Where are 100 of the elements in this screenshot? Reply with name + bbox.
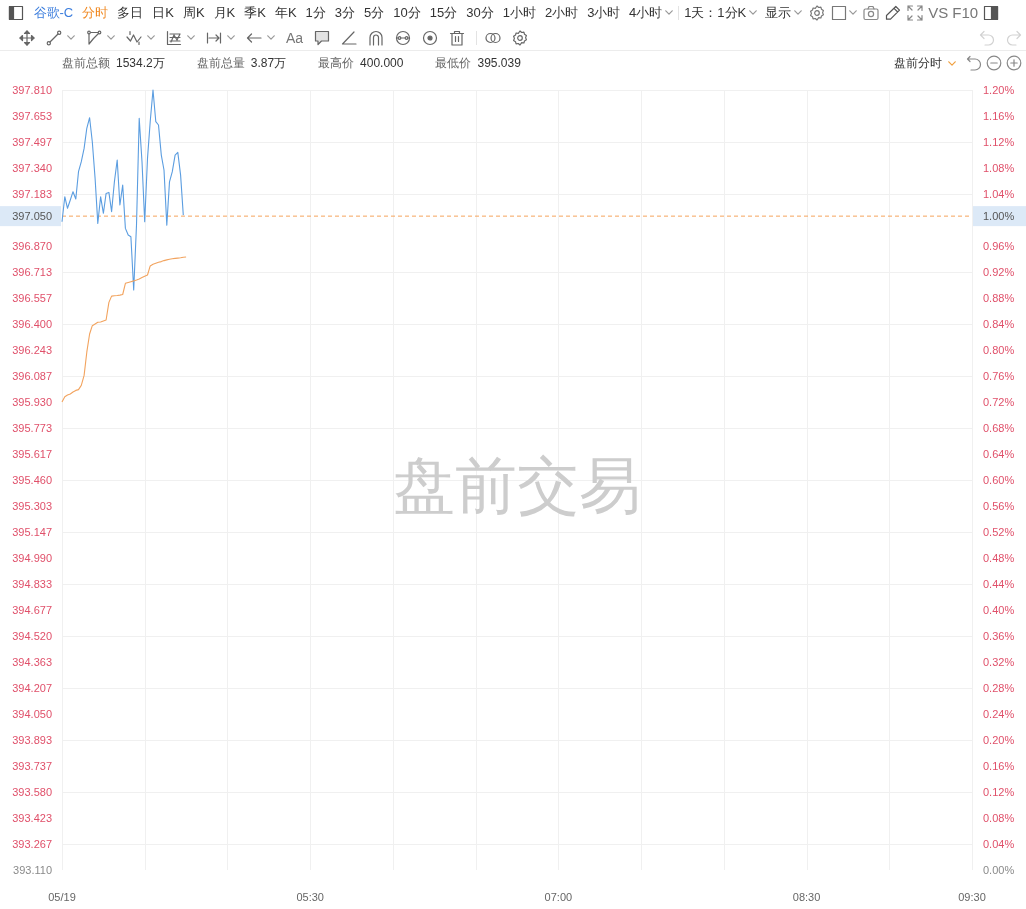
period-tab[interactable]: 3小时 — [582, 2, 625, 23]
vs-button[interactable]: VS — [926, 4, 951, 21]
percent-axis-label: 0.88% — [983, 291, 1015, 304]
percent-axis-label: 1.04% — [983, 188, 1015, 201]
period-tab[interactable]: 季K — [239, 2, 271, 23]
period-tab[interactable]: 周K — [178, 2, 210, 23]
percent-axis-label: 1.08% — [983, 162, 1015, 174]
zigzag-icon[interactable] — [126, 29, 142, 46]
period-tab[interactable]: 1小时 — [498, 2, 541, 23]
stat-label: 盘前总量 — [196, 54, 245, 72]
price-axis-label: 393.267 — [12, 837, 52, 850]
caret-icon[interactable] — [107, 35, 115, 40]
trash-icon[interactable] — [449, 29, 466, 46]
price-axis-label: 396.713 — [12, 266, 52, 279]
price-axis-label: 395.930 — [12, 396, 52, 408]
price-axis-label: 397.653 — [12, 110, 52, 123]
caret-icon[interactable] — [267, 35, 275, 40]
percent-axis-label: 0.80% — [983, 344, 1015, 357]
period-tab[interactable]: 年K — [270, 2, 302, 23]
measure-arrow-icon[interactable] — [206, 29, 222, 46]
percent-axis-label: 0.44% — [983, 578, 1015, 591]
percent-axis-label: 1.16% — [983, 110, 1015, 123]
price-axis-label: 396.400 — [12, 318, 52, 330]
caret-icon[interactable] — [187, 35, 195, 40]
price-axis-label: 394.677 — [12, 603, 52, 616]
percent-axis-label: 0.56% — [983, 500, 1015, 513]
period-tab[interactable]: 10分 — [388, 2, 426, 23]
period-menu[interactable]: 4小时 — [624, 2, 678, 23]
price-axis-label: 395.303 — [12, 500, 52, 513]
zoom-out-icon[interactable] — [986, 55, 1002, 71]
percent-axis-label: 0.32% — [983, 656, 1015, 669]
percent-axis-label: 0.72% — [983, 396, 1015, 408]
price-axis-label: 393.110 — [13, 864, 52, 876]
stat-value: 1534.2万 — [116, 54, 165, 72]
percent-axis-label: 0.04% — [983, 837, 1015, 850]
percent-axis-label: 0.36% — [983, 630, 1015, 642]
zoom-in-icon[interactable] — [1006, 55, 1022, 71]
percent-axis-label: 0.16% — [983, 759, 1015, 772]
settings-icon[interactable] — [512, 29, 529, 46]
period-tab[interactable]: 1分 — [301, 2, 331, 23]
price-axis-label: 397.497 — [12, 135, 52, 148]
period-tab[interactable]: 3分 — [330, 2, 360, 23]
dot-circle-icon[interactable] — [422, 29, 439, 46]
price-axis-label: 397.810 — [12, 84, 52, 96]
time-axis-label: 05/19 — [48, 891, 76, 903]
line-segment-icon[interactable] — [46, 29, 62, 46]
settings-icon[interactable] — [809, 4, 826, 21]
percent-axis-label: 0.24% — [983, 708, 1015, 720]
ref-line-label: 397.050 — [12, 210, 52, 223]
square-icon[interactable] — [831, 4, 848, 21]
price-axis-label: 395.773 — [12, 422, 52, 435]
percent-axis-label: 0.60% — [983, 474, 1015, 486]
chart-grid-icon[interactable] — [166, 29, 182, 46]
period-tab[interactable]: 月K — [209, 2, 240, 23]
price-axis-label: 395.617 — [12, 447, 52, 460]
panel-icon[interactable] — [983, 4, 1000, 21]
time-axis-label: 07:00 — [544, 891, 573, 903]
polyline-icon[interactable] — [86, 29, 102, 46]
text-tool-button[interactable]: Aa — [286, 29, 304, 46]
arch-icon[interactable] — [368, 29, 385, 46]
period-tab[interactable]: 5分 — [359, 2, 389, 23]
caret-icon[interactable] — [67, 35, 75, 40]
angle-icon[interactable] — [341, 29, 358, 46]
percent-axis-label: 0.08% — [983, 812, 1015, 825]
caret-icon — [794, 10, 803, 15]
display-menu[interactable]: 显示 — [761, 2, 807, 23]
period-tab[interactable]: 15分 — [425, 2, 462, 23]
price-axis-label: 394.363 — [12, 656, 52, 669]
price-axis-label: 396.243 — [12, 344, 52, 357]
period-tab[interactable]: 2小时 — [540, 2, 583, 23]
reset-icon[interactable] — [966, 55, 982, 71]
time-axis-label: 08:30 — [792, 891, 821, 903]
time-axis-label: 05:30 — [296, 891, 324, 903]
chart-mode-menu[interactable]: 盘前分时 — [894, 54, 956, 72]
caret-icon[interactable] — [849, 10, 858, 15]
comment-icon[interactable] — [314, 29, 331, 46]
price-axis-label: 394.520 — [12, 630, 52, 642]
period-tab[interactable]: 30分 — [461, 2, 499, 23]
percent-axis-label: 0.00% — [983, 864, 1015, 876]
caret-icon[interactable] — [147, 35, 155, 40]
caret-icon — [665, 10, 674, 15]
pencil-icon[interactable] — [885, 4, 902, 21]
percent-axis-label: 0.48% — [983, 552, 1015, 564]
price-axis-label: 394.990 — [12, 552, 52, 564]
caret-icon[interactable] — [227, 35, 235, 40]
percent-axis-label: 1.12% — [983, 135, 1015, 148]
f10-button[interactable]: F10 — [950, 4, 981, 21]
percent-axis-label: 0.76% — [983, 369, 1015, 382]
interval-menu[interactable]: 1天：1分K — [680, 2, 762, 23]
sidebar-toggle-icon[interactable] — [8, 4, 24, 21]
period-tab[interactable]: 日K — [147, 2, 179, 23]
symbol-link[interactable]: 谷歌-C — [29, 2, 78, 23]
price-axis-label: 393.423 — [12, 812, 52, 825]
fullscreen-icon[interactable] — [907, 4, 924, 21]
price-axis-label: 394.833 — [12, 578, 52, 591]
move-icon[interactable] — [19, 29, 35, 46]
percent-axis-label: 0.92% — [983, 266, 1015, 279]
percent-axis-label: 0.96% — [983, 240, 1015, 252]
camera-icon[interactable] — [863, 4, 880, 21]
period-tab[interactable]: 多日 — [112, 2, 148, 23]
